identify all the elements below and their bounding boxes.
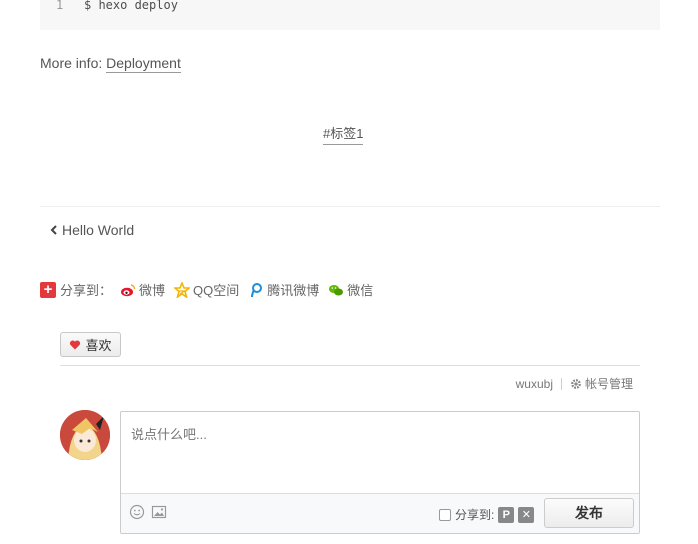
- share-qzone-button[interactable]: QQ空间: [174, 280, 239, 299]
- share-tencent-weibo-button[interactable]: 腾讯微博: [248, 280, 319, 299]
- share-tencent-weibo-label: 腾讯微博: [267, 283, 320, 298]
- comment-separator: [60, 365, 640, 366]
- tencent-weibo-icon: [251, 282, 263, 297]
- submit-button[interactable]: 发布: [544, 498, 634, 528]
- username-link[interactable]: wuxubj: [516, 377, 553, 391]
- code-line: $ hexo deploy: [84, 0, 178, 12]
- share-qzone-label: QQ空间: [193, 283, 240, 298]
- like-button[interactable]: 喜欢: [60, 332, 121, 357]
- prev-post-link[interactable]: Hello World: [50, 222, 134, 238]
- comment-input[interactable]: [121, 412, 639, 492]
- comment-toolbar: 分享到: P ✕ 发布: [121, 493, 639, 533]
- more-info: More info: Deployment: [40, 55, 181, 73]
- image-icon[interactable]: [151, 504, 167, 520]
- heart-icon: [70, 340, 81, 349]
- share-weibo-label: 微博: [139, 283, 166, 298]
- avatar[interactable]: [60, 410, 110, 460]
- share-label: 分享到：: [60, 283, 113, 298]
- gear-icon: [571, 378, 581, 389]
- comment-share-options: 分享到: P ✕: [439, 506, 535, 523]
- account-manage-label: 帐号管理: [584, 377, 633, 391]
- share-weibo-button[interactable]: 微博: [120, 280, 165, 299]
- prev-post-title: Hello World: [62, 222, 135, 238]
- share-wechat-label: 微信: [347, 283, 374, 298]
- share-plus-icon[interactable]: +: [40, 281, 56, 298]
- renren-share-icon[interactable]: ✕: [518, 506, 535, 523]
- avatar-image: [60, 410, 110, 460]
- weibo-icon: [121, 283, 136, 296]
- deployment-link[interactable]: Deployment: [106, 55, 181, 73]
- code-line-number: 1: [56, 0, 64, 12]
- post-tag-link[interactable]: #标签1: [323, 123, 364, 145]
- emoji-icon[interactable]: [129, 504, 145, 520]
- comment-box: 分享到: P ✕ 发布: [120, 411, 640, 534]
- account-bar: wuxubj 帐号管理: [516, 375, 633, 392]
- wechat-icon: [329, 284, 344, 295]
- tencent-weibo-share-icon[interactable]: P: [498, 506, 515, 523]
- code-block: 1 $ hexo deploy: [40, 0, 660, 30]
- like-label: 喜欢: [85, 338, 112, 353]
- post-divider: [40, 206, 660, 207]
- chevron-left-icon: [50, 225, 57, 235]
- share-bar: + 分享到： 微博 QQ空间 腾讯微博 微信: [40, 280, 382, 299]
- account-manage-link[interactable]: 帐号管理: [570, 375, 633, 392]
- share-checkbox[interactable]: [439, 508, 451, 521]
- share-wechat-button[interactable]: 微信: [328, 280, 373, 299]
- account-divider: [560, 377, 562, 390]
- comment-share-label: 分享到:: [455, 508, 495, 522]
- more-info-label: More info:: [40, 55, 103, 71]
- qzone-icon: [174, 281, 191, 298]
